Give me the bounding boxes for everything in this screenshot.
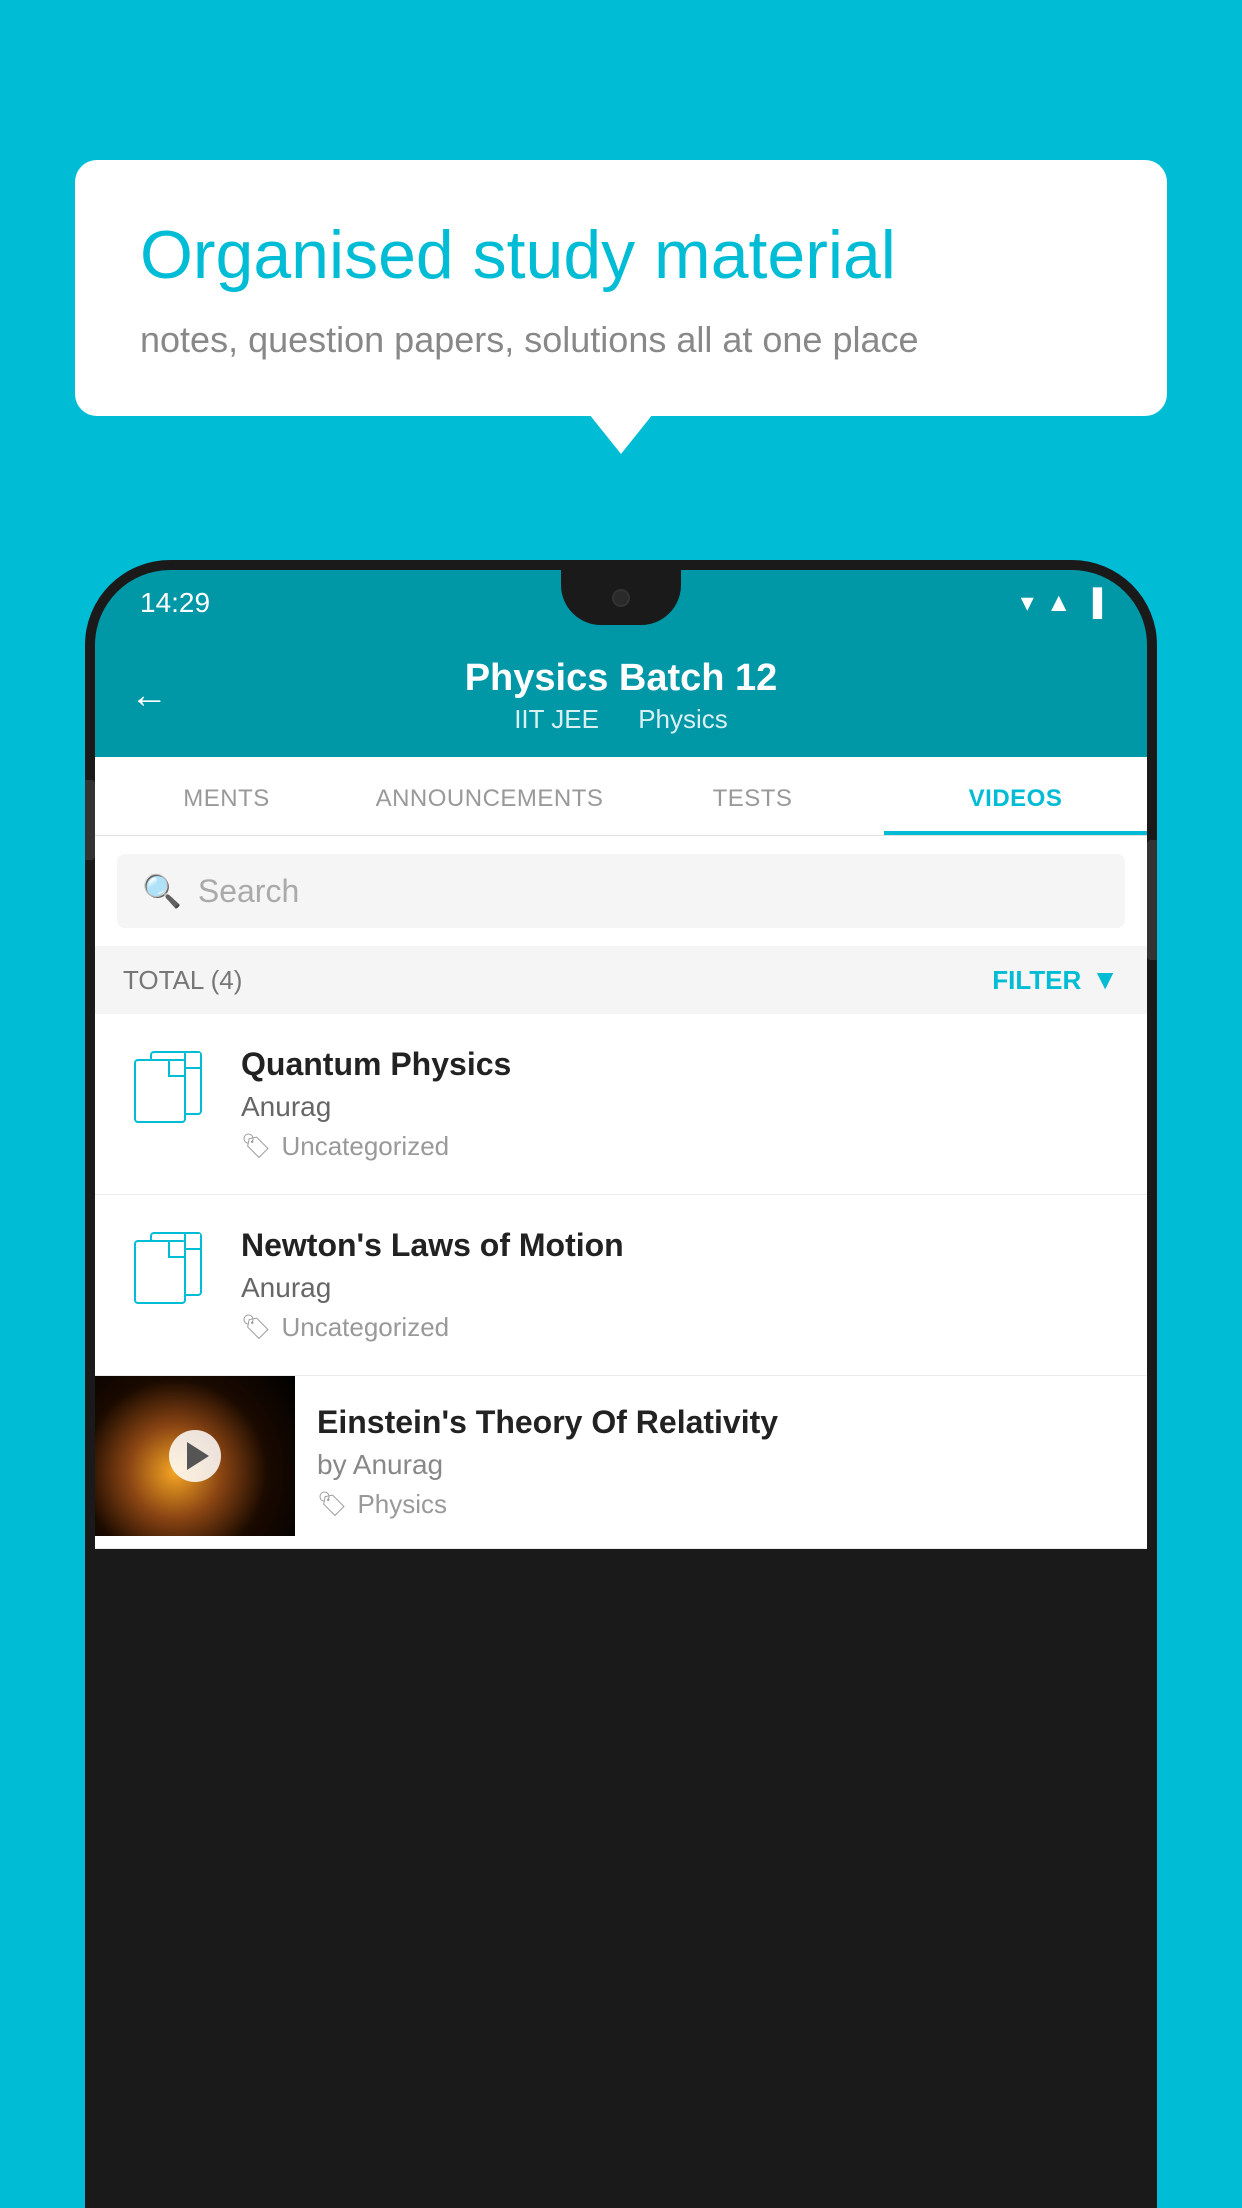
status-time: 14:29 — [140, 587, 210, 619]
item-details: Newton's Laws of Motion Anurag 🏷 Uncateg… — [241, 1227, 1119, 1343]
notch — [561, 570, 681, 625]
volume-button-right — [1147, 840, 1157, 960]
list-item-video[interactable]: Einstein's Theory Of Relativity by Anura… — [95, 1376, 1147, 1549]
tag-label: Physics — [357, 1489, 447, 1520]
item-author: by Anurag — [317, 1449, 1125, 1481]
item-icon-wrap — [123, 1046, 213, 1123]
item-tag: 🏷 Uncategorized — [241, 1312, 1119, 1343]
status-bar: 14:29 ▾ ▲ ▐ — [95, 570, 1147, 635]
bubble-subtitle: notes, question papers, solutions all at… — [140, 319, 1102, 361]
search-container: 🔍 Search — [95, 836, 1147, 946]
phone-frame: 14:29 ▾ ▲ ▐ ← Physics Batch 12 IIT JEE P… — [85, 560, 1157, 2208]
wifi-icon: ▾ — [1021, 587, 1034, 618]
speech-bubble: Organised study material notes, question… — [75, 160, 1167, 416]
item-author: Anurag — [241, 1091, 1119, 1123]
list-item[interactable]: Newton's Laws of Motion Anurag 🏷 Uncateg… — [95, 1195, 1147, 1376]
tag-label: Uncategorized — [281, 1312, 449, 1343]
item-icon-wrap — [123, 1227, 213, 1304]
status-icons: ▾ ▲ ▐ — [1021, 587, 1102, 618]
speech-bubble-container: Organised study material notes, question… — [75, 160, 1167, 416]
battery-icon: ▐ — [1084, 587, 1102, 618]
camera — [612, 589, 630, 607]
filter-icon: ▼ — [1091, 964, 1119, 996]
play-button[interactable] — [169, 1430, 221, 1482]
tab-announcements[interactable]: ANNOUNCEMENTS — [358, 757, 621, 835]
subtitle-part1: IIT JEE — [514, 704, 599, 734]
item-tag: 🏷 Physics — [317, 1489, 1125, 1520]
list-item[interactable]: Quantum Physics Anurag 🏷 Uncategorized — [95, 1014, 1147, 1195]
phone-inner: 14:29 ▾ ▲ ▐ ← Physics Batch 12 IIT JEE P… — [95, 570, 1147, 2208]
item-title: Quantum Physics — [241, 1046, 1119, 1083]
thumb-details: Einstein's Theory Of Relativity by Anura… — [295, 1376, 1147, 1548]
filter-button[interactable]: FILTER ▼ — [992, 964, 1119, 996]
tag-icon: 🏷 — [317, 1490, 347, 1519]
tag-label: Uncategorized — [281, 1131, 449, 1162]
back-button[interactable]: ← — [130, 675, 168, 718]
item-details: Quantum Physics Anurag 🏷 Uncategorized — [241, 1046, 1119, 1162]
content-list: Quantum Physics Anurag 🏷 Uncategorized — [95, 1014, 1147, 1549]
item-title: Newton's Laws of Motion — [241, 1227, 1119, 1264]
app-header: ← Physics Batch 12 IIT JEE Physics — [95, 635, 1147, 757]
search-icon: 🔍 — [142, 872, 182, 910]
play-icon — [187, 1442, 209, 1470]
document-icon — [134, 1051, 202, 1123]
tag-icon: 🏷 — [241, 1313, 271, 1342]
file-front — [134, 1059, 186, 1123]
item-title: Einstein's Theory Of Relativity — [317, 1404, 1125, 1441]
tab-videos[interactable]: VIDEOS — [884, 757, 1147, 835]
search-input-wrap[interactable]: 🔍 Search — [117, 854, 1125, 928]
tab-tests[interactable]: TESTS — [621, 757, 884, 835]
filter-label: FILTER — [992, 965, 1081, 996]
item-author: Anurag — [241, 1272, 1119, 1304]
total-count: TOTAL (4) — [123, 965, 242, 996]
item-tag: 🏷 Uncategorized — [241, 1131, 1119, 1162]
filter-bar: TOTAL (4) FILTER ▼ — [95, 946, 1147, 1014]
tab-bar: MENTS ANNOUNCEMENTS TESTS VIDEOS — [95, 757, 1147, 836]
signal-icon: ▲ — [1046, 587, 1072, 618]
video-thumbnail — [95, 1376, 295, 1536]
tab-ments[interactable]: MENTS — [95, 757, 358, 835]
search-input[interactable]: Search — [198, 873, 299, 910]
header-subtitle: IIT JEE Physics — [506, 704, 736, 735]
subtitle-part2: Physics — [638, 704, 728, 734]
tag-icon: 🏷 — [241, 1132, 271, 1161]
file-front — [134, 1240, 186, 1304]
volume-button-left — [85, 780, 95, 860]
bubble-title: Organised study material — [140, 215, 1102, 297]
document-icon — [134, 1232, 202, 1304]
header-title: Physics Batch 12 — [465, 657, 778, 700]
